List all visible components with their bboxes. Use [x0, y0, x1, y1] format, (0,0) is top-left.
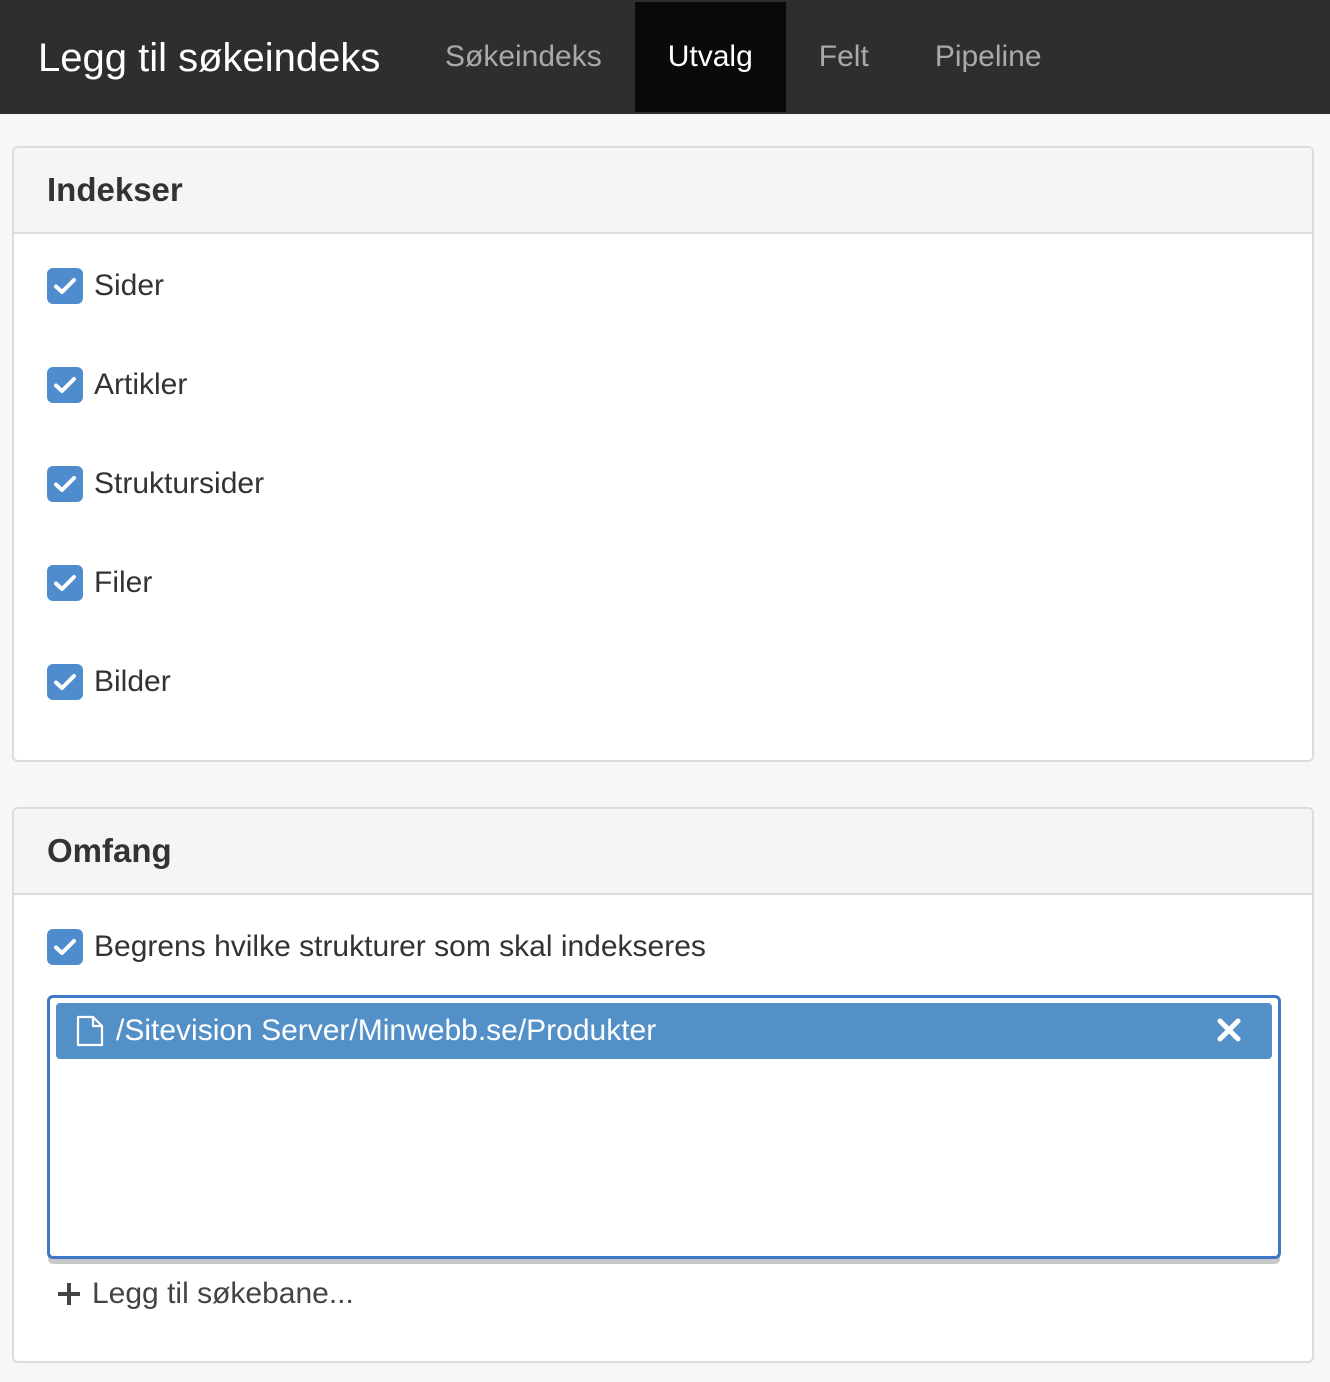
indexes-panel: Indekser Sider Artikler Struktursider Fi…	[12, 146, 1314, 762]
file-icon	[76, 1015, 104, 1047]
checkbox-label: Sider	[94, 269, 165, 302]
checkbox-row-filer[interactable]: Filer	[47, 563, 152, 603]
checkmark-icon	[54, 575, 76, 591]
checkbox-label: Filer	[94, 566, 153, 599]
search-path-list[interactable]: /Sitevision Server/Minwebb.se/Produkter	[47, 995, 1281, 1259]
scope-panel-title: Omfang	[47, 832, 172, 869]
tab-utvalg[interactable]: Utvalg	[634, 2, 786, 112]
checkbox-label: Begrens hvilke strukturer som skal indek…	[94, 930, 706, 963]
checkbox-filer[interactable]	[47, 565, 83, 601]
checkmark-icon	[54, 278, 76, 294]
indexes-panel-header: Indekser	[14, 148, 1312, 234]
checkbox-row-sider[interactable]: Sider	[47, 266, 164, 306]
add-search-path-button[interactable]: Legg til søkebane...	[56, 1277, 354, 1311]
checkbox-label: Struktursider	[94, 467, 265, 500]
tab-list: Søkeindeks Utvalg Felt Pipeline	[412, 2, 1075, 114]
tab-sokeindeks[interactable]: Søkeindeks	[412, 2, 635, 112]
add-search-path-label: Legg til søkebane...	[92, 1277, 354, 1310]
search-path-item[interactable]: /Sitevision Server/Minwebb.se/Produkter	[56, 1003, 1272, 1059]
plus-icon	[56, 1281, 82, 1307]
checkmark-icon	[54, 476, 76, 492]
checkbox-row-artikler[interactable]: Artikler	[47, 365, 187, 405]
indexes-panel-title: Indekser	[47, 171, 183, 208]
checkbox-artikler[interactable]	[47, 367, 83, 403]
checkbox-sider[interactable]	[47, 268, 83, 304]
checkbox-row-struktursider[interactable]: Struktursider	[47, 464, 264, 504]
close-icon[interactable]	[1216, 1017, 1242, 1043]
checkbox-row-bilder[interactable]: Bilder	[47, 662, 171, 702]
checkbox-label: Artikler	[94, 368, 188, 401]
checkbox-bilder[interactable]	[47, 664, 83, 700]
scope-panel: Omfang Begrens hvilke strukturer som ska…	[12, 807, 1314, 1363]
checkbox-struktursider[interactable]	[47, 466, 83, 502]
page-title: Legg til søkeindeks	[38, 36, 381, 80]
tab-pipeline[interactable]: Pipeline	[902, 2, 1075, 112]
checkmark-icon	[54, 674, 76, 690]
checkmark-icon	[54, 377, 76, 393]
checkbox-row-restrict-structures[interactable]: Begrens hvilke strukturer som skal indek…	[47, 927, 706, 967]
top-navigation-bar: Legg til søkeindeks Søkeindeks Utvalg Fe…	[0, 0, 1330, 114]
checkmark-icon	[54, 939, 76, 955]
checkbox-restrict-structures[interactable]	[47, 929, 83, 965]
checkbox-label: Bilder	[94, 665, 171, 698]
tab-felt[interactable]: Felt	[786, 2, 902, 112]
scope-panel-header: Omfang	[14, 809, 1312, 895]
search-path-text: /Sitevision Server/Minwebb.se/Produkter	[116, 1014, 657, 1047]
